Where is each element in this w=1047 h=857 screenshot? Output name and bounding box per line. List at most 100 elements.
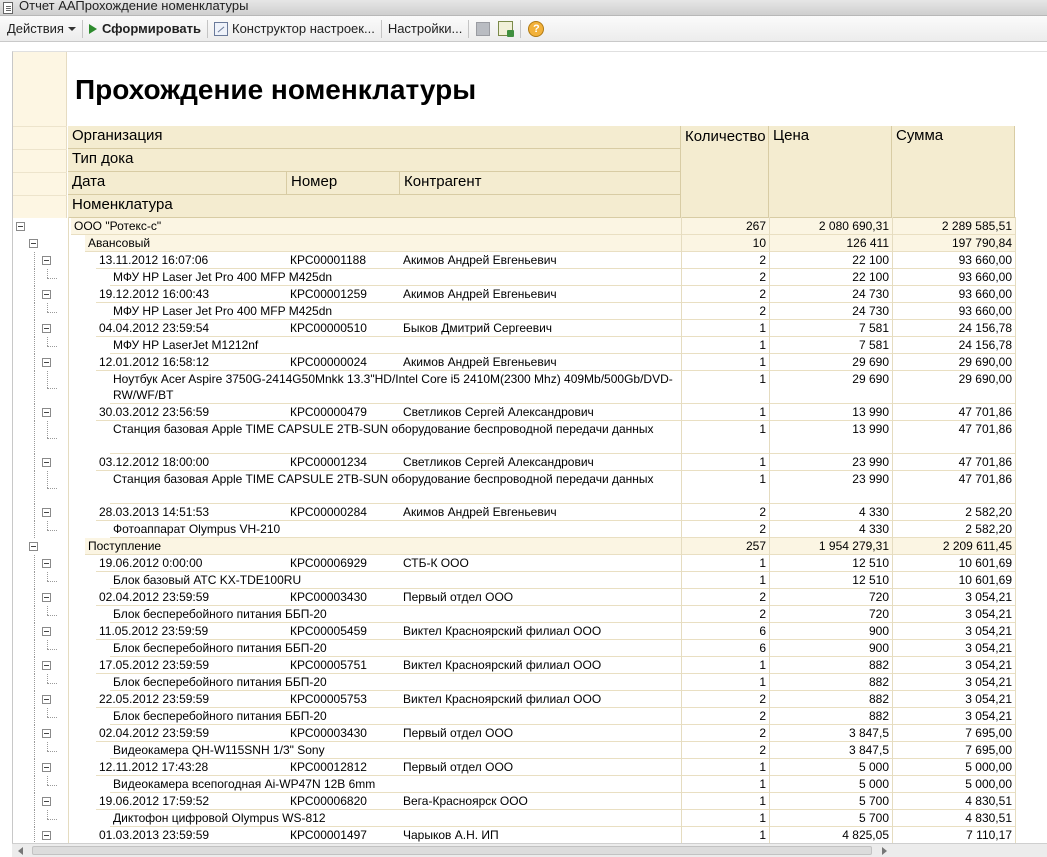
print-icon[interactable]: [476, 21, 491, 36]
price-value: 12 510: [769, 572, 892, 589]
collapse-icon[interactable]: [42, 358, 51, 367]
tree-guide-line: [34, 303, 35, 320]
tree-guide-line: [47, 521, 48, 530]
play-icon: [88, 23, 97, 34]
nomenclature-name: МФУ HP Laser Jet Pro 400 MFP M425dn: [110, 269, 681, 286]
sum-value: 10 601,69: [892, 555, 1015, 572]
actions-menu-button[interactable]: Действия: [4, 18, 79, 40]
tree-guide-line: [47, 388, 57, 389]
tree-guide-line: [34, 354, 35, 371]
collapse-icon[interactable]: [42, 458, 51, 467]
tree-guide-line: [34, 320, 35, 337]
collapse-icon[interactable]: [42, 729, 51, 738]
collapse-icon[interactable]: [42, 831, 51, 840]
document-date: 22.05.2012 23:59:59: [96, 691, 287, 708]
collapse-icon[interactable]: [42, 695, 51, 704]
price-value: 5 000: [769, 759, 892, 776]
document-counterparty: Акимов Андрей Евгеньевич: [400, 504, 681, 521]
collapse-icon[interactable]: [16, 222, 25, 231]
column-separator: [769, 217, 770, 843]
sum-value: 3 054,21: [892, 589, 1015, 606]
collapse-icon[interactable]: [42, 559, 51, 568]
sum-value: 3 054,21: [892, 623, 1015, 640]
sum-value: 47 701,86: [892, 421, 1015, 454]
toolbar-separator: [81, 19, 83, 38]
price-value: 12 510: [769, 555, 892, 572]
document-date: 03.12.2012 18:00:00: [96, 454, 287, 471]
price-value: 4 330: [769, 504, 892, 521]
document-date: 30.03.2012 23:56:59: [96, 404, 287, 421]
collapse-icon[interactable]: [42, 763, 51, 772]
collapse-icon[interactable]: [42, 508, 51, 517]
collapse-icon[interactable]: [42, 627, 51, 636]
document-number: КРС00001234: [287, 454, 400, 471]
tree-guide-line: [34, 725, 35, 742]
quantity-value: 2: [681, 303, 769, 320]
tree-guide-line: [47, 776, 48, 785]
collapse-icon[interactable]: [29, 542, 38, 551]
settings-constructor-button[interactable]: Конструктор настроек...: [211, 18, 378, 40]
sum-value: 2 289 585,51: [892, 218, 1015, 235]
tree-guide-line: [34, 572, 35, 589]
document-date: 01.03.2013 23:59:59: [96, 827, 287, 843]
nomenclature-name: Фотоаппарат Olympus VH-210: [110, 521, 681, 538]
sum-value: 5 000,00: [892, 759, 1015, 776]
settings-button[interactable]: Настройки...: [385, 18, 466, 40]
price-value: 882: [769, 708, 892, 725]
sum-value: 24 156,78: [892, 337, 1015, 354]
tree-guide-line: [47, 819, 57, 820]
quantity-value: 2: [681, 742, 769, 759]
help-icon[interactable]: ?: [528, 20, 545, 37]
group-name: ООО "Ротекс-с": [71, 218, 681, 235]
collapse-icon[interactable]: [42, 290, 51, 299]
price-value: 900: [769, 640, 892, 657]
scrollbar-thumb[interactable]: [32, 846, 872, 855]
collapse-icon[interactable]: [42, 256, 51, 265]
tree-guide-line: [34, 404, 35, 421]
report-spreadsheet[interactable]: Прохождение номенклатуры Организация Тип…: [12, 51, 1047, 843]
sum-value: 93 660,00: [892, 286, 1015, 303]
quantity-value: 2: [681, 269, 769, 286]
sum-value: 10 601,69: [892, 572, 1015, 589]
sum-value: 5 000,00: [892, 776, 1015, 793]
tree-guide-line: [34, 623, 35, 640]
quantity-value: 1: [681, 555, 769, 572]
header-sum: Сумма: [892, 126, 1015, 218]
document-date: 12.11.2012 17:43:28: [96, 759, 287, 776]
horizontal-scrollbar[interactable]: [12, 843, 1047, 857]
price-value: 23 990: [769, 471, 892, 504]
nomenclature-name: МФУ HP Laser Jet Pro 400 MFP M425dn: [110, 303, 681, 320]
quantity-value: 10: [681, 235, 769, 252]
collapse-icon[interactable]: [42, 408, 51, 417]
collapse-icon[interactable]: [29, 239, 38, 248]
scroll-right-icon[interactable]: [882, 847, 887, 855]
price-value: 23 990: [769, 454, 892, 471]
quantity-value: 2: [681, 589, 769, 606]
sum-value: 93 660,00: [892, 252, 1015, 269]
price-value: 882: [769, 674, 892, 691]
quantity-value: 2: [681, 252, 769, 269]
sum-value: 29 690,00: [892, 354, 1015, 371]
collapse-icon[interactable]: [42, 593, 51, 602]
collapse-icon[interactable]: [42, 324, 51, 333]
sum-value: 2 582,20: [892, 504, 1015, 521]
header-organization: Организация: [68, 126, 681, 149]
document-counterparty: Первый отдел ООО: [400, 589, 681, 606]
price-value: 4 825,05: [769, 827, 892, 843]
nomenclature-name: Станция базовая Apple TIME CAPSULE 2TB-S…: [110, 471, 681, 504]
quantity-value: 1: [681, 371, 769, 404]
collapse-icon[interactable]: [42, 661, 51, 670]
tree-guide-line: [34, 657, 35, 674]
document-counterparty: Быков Дмитрий Сергеевич: [400, 320, 681, 337]
sum-value: 3 054,21: [892, 691, 1015, 708]
save-variant-icon[interactable]: [498, 21, 515, 37]
scroll-left-icon[interactable]: [18, 847, 23, 855]
tree-guide-line: [34, 674, 35, 691]
generate-button[interactable]: Сформировать: [86, 18, 204, 40]
tree-guide-line: [47, 312, 57, 313]
sum-value: 7 695,00: [892, 725, 1015, 742]
tree-guide-line: [47, 421, 48, 438]
collapse-icon[interactable]: [42, 797, 51, 806]
sum-value: 2 582,20: [892, 521, 1015, 538]
nomenclature-name: Ноутбук Acer Aspire 3750G-2414G50Mnkk 13…: [110, 371, 681, 404]
